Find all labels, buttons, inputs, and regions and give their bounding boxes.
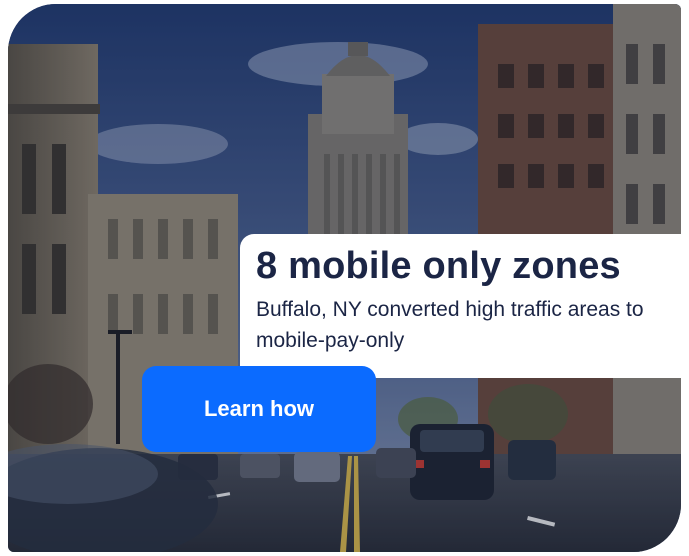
promo-headline: 8 mobile only zones bbox=[256, 245, 621, 287]
promo-description: Buffalo, NY converted high traffic areas… bbox=[256, 298, 644, 352]
learn-how-button[interactable]: Learn how bbox=[142, 366, 376, 452]
promo-text-panel: 8 mobile only zones Buffalo, NY converte… bbox=[240, 234, 689, 378]
